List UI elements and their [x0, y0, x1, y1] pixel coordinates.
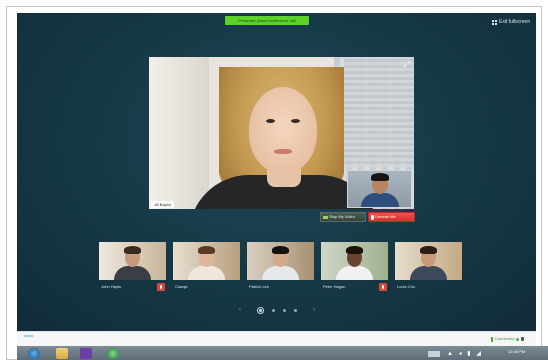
participant-name: John Hajdu [101, 284, 122, 289]
speaker-eye [266, 119, 275, 123]
camera-icon [323, 215, 328, 219]
participant-name: Louis Cho [397, 284, 416, 289]
page-dot[interactable] [294, 309, 297, 312]
exit-fullscreen-button[interactable]: Exit fullscreen [492, 18, 530, 26]
video-background-window [344, 57, 414, 167]
participant-tile[interactable] [173, 242, 240, 280]
signal-icon [491, 336, 493, 342]
participant-body [336, 266, 373, 280]
participant-name: Peter Hagan [323, 284, 346, 289]
unmute-button[interactable]: Unmute Me [368, 212, 415, 222]
participant-label: John Hajdu [99, 283, 166, 291]
participant-hair [198, 246, 215, 254]
participant-name: Patrick Lee [249, 284, 270, 289]
participant-label: Louis Cho [395, 283, 462, 291]
connection-status: Connected [491, 336, 525, 342]
notification-banner: Presenter joined conference call [225, 16, 309, 25]
participant-label: Patrick Lee [247, 283, 314, 291]
file-explorer-icon[interactable] [56, 348, 68, 359]
visual-studio-icon[interactable] [80, 348, 92, 359]
speaker-eye [291, 119, 300, 123]
participant-body [188, 266, 225, 280]
cisco-logo: cisco [24, 333, 34, 338]
participant-hair [272, 246, 289, 254]
participant-hair [420, 246, 437, 254]
participant-hair [124, 246, 141, 254]
system-tray-icons[interactable]: ▲ ◂ ▮ ◢ [447, 350, 483, 358]
prev-page-button[interactable]: ‹ [239, 306, 241, 314]
status-dot-icon [516, 337, 520, 341]
participant-tile[interactable] [247, 242, 314, 280]
start-button-icon[interactable] [28, 348, 40, 359]
next-page-button[interactable]: › [313, 306, 315, 314]
participant-body [262, 266, 299, 280]
connection-label: Connected [495, 336, 515, 341]
mute-icon [379, 283, 387, 291]
stop-video-label: Stop My Video [329, 214, 355, 219]
participant-tile[interactable] [99, 242, 166, 280]
self-view-video[interactable] [347, 170, 412, 208]
participant-body [410, 266, 447, 280]
expand-icon[interactable]: ⤢ [402, 60, 411, 69]
participant-name: Claraje [175, 284, 188, 289]
lync-icon[interactable] [107, 348, 119, 359]
self-hair [371, 173, 389, 181]
video-background [149, 57, 209, 209]
taskbar-clock[interactable]: 12:46 PM [508, 349, 525, 354]
speaker-name-label: Jill Baylor [151, 201, 175, 208]
mute-icon [157, 283, 165, 291]
lock-icon [521, 337, 525, 341]
page-dot-active[interactable] [257, 307, 264, 314]
unmute-label: Unmute Me [375, 214, 396, 219]
speaker-mouth [274, 149, 292, 154]
participant-label: Claraje [173, 283, 240, 291]
participant-tile[interactable] [395, 242, 462, 280]
mic-off-icon [371, 214, 374, 220]
participant-hair [346, 246, 363, 254]
grid-icon [492, 19, 497, 25]
participant-body [114, 266, 151, 280]
stop-video-button[interactable]: Stop My Video [320, 212, 366, 222]
speaker-face [249, 87, 317, 173]
self-body [361, 193, 399, 207]
participant-tile[interactable] [321, 242, 388, 280]
exit-fullscreen-label: Exit fullscreen [499, 19, 531, 25]
page-dot[interactable] [283, 309, 286, 312]
keyboard-icon[interactable] [428, 351, 440, 357]
page-dot[interactable] [272, 309, 275, 312]
participant-label: Peter Hagan [321, 283, 388, 291]
status-bar [17, 331, 536, 347]
